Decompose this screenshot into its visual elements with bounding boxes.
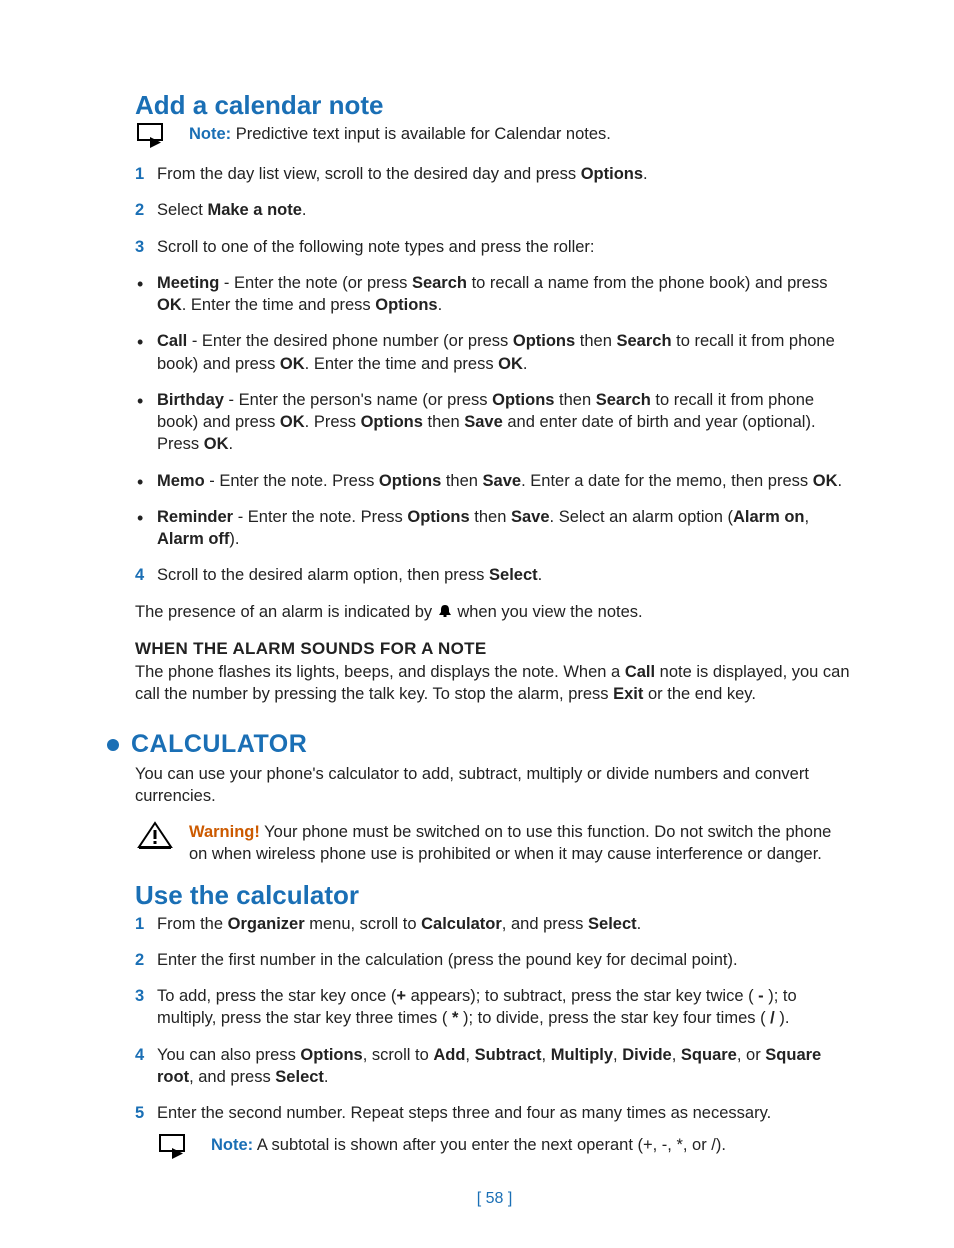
bullet-birthday: Birthday - Enter the person's name (or p… xyxy=(135,389,854,456)
alarm-presence-text: The presence of an alarm is indicated by… xyxy=(135,601,854,625)
step-2: Select Make a note. xyxy=(135,199,854,221)
manual-page: Add a calendar note Note: Predictive tex… xyxy=(0,0,954,1248)
calculator-intro: You can use your phone's calculator to a… xyxy=(135,763,854,808)
page-number: [ 58 ] xyxy=(135,1190,854,1208)
calc-step-4: You can also press Options, scroll to Ad… xyxy=(135,1044,854,1089)
step-4: Scroll to the desired alarm option, then… xyxy=(135,564,854,586)
bullet-call: Call - Enter the desired phone number (o… xyxy=(135,330,854,375)
subhead-alarm-sounds: WHEN THE ALARM SOUNDS FOR A NOTE xyxy=(135,639,854,659)
alarm-bell-icon xyxy=(437,603,453,625)
bullet-memo: Memo - Enter the note. Press Options the… xyxy=(135,470,854,492)
bullet-meeting: Meeting - Enter the note (or press Searc… xyxy=(135,272,854,317)
note-icon xyxy=(157,1134,197,1160)
calc-step-2: Enter the first number in the calculatio… xyxy=(135,949,854,971)
section-calculator-row: CALCULATOR xyxy=(107,730,854,759)
heading-add-calendar-note: Add a calendar note xyxy=(135,90,854,121)
bullet-reminder: Reminder - Enter the note. Press Options… xyxy=(135,506,854,551)
heading-use-calculator: Use the calculator xyxy=(135,880,854,911)
heading-calculator: CALCULATOR xyxy=(131,730,307,759)
note-text: Predictive text input is available for C… xyxy=(231,125,611,143)
note-label: Note: xyxy=(211,1136,253,1154)
step-1: From the day list view, scroll to the de… xyxy=(135,163,854,185)
note-label: Note: xyxy=(189,125,231,143)
alarm-sounds-text: The phone flashes its lights, beeps, and… xyxy=(135,661,854,706)
calculator-steps: From the Organizer menu, scroll to Calcu… xyxy=(135,913,854,1125)
warning-icon xyxy=(135,821,175,851)
calc-step-1: From the Organizer menu, scroll to Calcu… xyxy=(135,913,854,935)
steps-1-3: From the day list view, scroll to the de… xyxy=(135,163,854,258)
note-types-list: Meeting - Enter the note (or press Searc… xyxy=(135,272,854,551)
warning-text: Your phone must be switched on to use th… xyxy=(189,823,831,863)
calc-step-3: To add, press the star key once (+ appea… xyxy=(135,985,854,1030)
warning-block: Warning! Your phone must be switched on … xyxy=(135,821,854,866)
step-3: Scroll to one of the following note type… xyxy=(135,236,854,258)
note-block: Note: Predictive text input is available… xyxy=(135,123,854,149)
step-4-list: Scroll to the desired alarm option, then… xyxy=(135,564,854,586)
note-icon xyxy=(135,123,175,149)
note-block-subtotal: Note: A subtotal is shown after you ente… xyxy=(157,1134,854,1160)
section-bullet-icon xyxy=(107,739,119,751)
note-text: A subtotal is shown after you enter the … xyxy=(253,1136,726,1154)
warning-label: Warning! xyxy=(189,823,260,841)
calc-step-5: Enter the second number. Repeat steps th… xyxy=(135,1102,854,1124)
